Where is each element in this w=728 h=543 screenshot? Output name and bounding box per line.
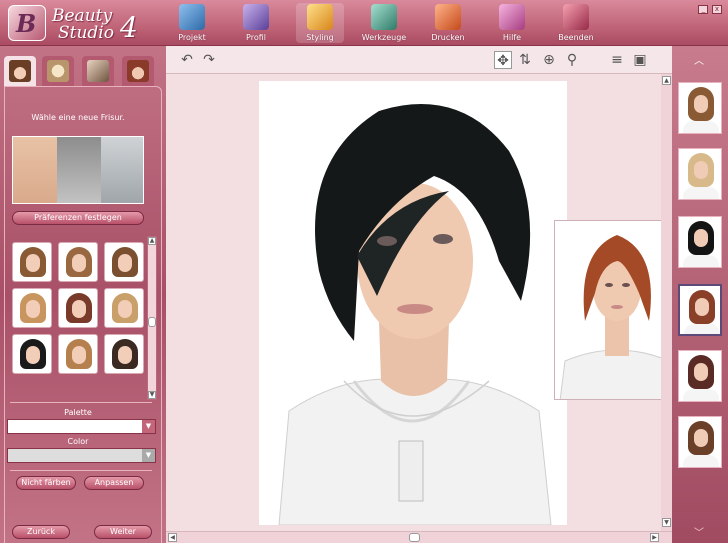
scroll-down-icon[interactable]: ▼ — [148, 391, 156, 399]
adjust-button[interactable]: Anpassen — [84, 476, 144, 490]
divider — [10, 402, 152, 403]
history-thumbnail[interactable] — [678, 148, 722, 200]
styling-icon — [307, 4, 333, 30]
help-icon — [499, 4, 525, 30]
scroll-up-icon[interactable]: ▲ — [662, 76, 671, 85]
menu-styling[interactable]: Styling — [296, 3, 344, 43]
canvas-toolbar: ↶ ↷ ✥ ⇅ ⊕ ⚲ ≡ ▣ — [166, 46, 672, 74]
scroll-down-icon[interactable]: ▼ — [662, 518, 671, 527]
chevron-down-icon[interactable]: ﹀ — [684, 524, 714, 539]
face-icon — [127, 60, 149, 82]
top-menu-bar: B Beauty Studio 4 Projekt Profil Styling… — [0, 0, 728, 46]
profile-icon — [243, 4, 269, 30]
palette-label: Palette — [64, 408, 92, 417]
menu-profil[interactable]: Profil — [232, 3, 280, 43]
menu-beenden[interactable]: Beenden — [552, 3, 600, 43]
history-thumbnail-selected[interactable] — [678, 284, 722, 336]
menu-werkzeuge[interactable]: Werkzeuge — [360, 3, 408, 43]
tab-eyes[interactable] — [82, 56, 114, 86]
portrait-illustration — [259, 81, 567, 525]
scroll-thumb[interactable] — [148, 317, 156, 327]
redo-icon[interactable]: ↷ — [200, 51, 218, 69]
no-color-button[interactable]: Nicht färben — [16, 476, 76, 490]
hairstyle-item[interactable] — [58, 242, 98, 282]
history-thumbnail[interactable] — [678, 216, 722, 268]
history-thumbnail[interactable] — [678, 82, 722, 134]
exit-icon — [563, 4, 589, 30]
hairstyle-icon — [9, 60, 31, 82]
palette-select[interactable]: ▼ — [7, 419, 156, 434]
logo-mark-icon: B — [8, 5, 46, 41]
hairstyle-item[interactable] — [58, 334, 98, 374]
history-rail: ︿ ﹀ — [672, 46, 728, 543]
list-icon[interactable]: ≡ — [608, 51, 626, 69]
hairstyle-item[interactable] — [12, 242, 52, 282]
hairstyle-item[interactable] — [104, 334, 144, 374]
hairstyle-grid — [12, 242, 146, 376]
face-man — [57, 137, 101, 203]
eye-icon — [87, 60, 109, 82]
window-controls: _ x — [697, 4, 722, 14]
face-child — [101, 137, 143, 203]
folder-icon — [179, 4, 205, 30]
hairstyle-item[interactable] — [104, 242, 144, 282]
color-label: Color — [67, 437, 89, 446]
choose-hairstyle-prompt: Wähle eine neue Frisur. — [31, 113, 125, 122]
zoom-icon[interactable]: ⚲ — [563, 51, 581, 69]
tab-makeup[interactable] — [42, 56, 74, 86]
hairstyle-item[interactable] — [12, 334, 52, 374]
hairstyle-item[interactable] — [58, 288, 98, 328]
makeup-icon — [47, 60, 69, 82]
tools-icon — [371, 4, 397, 30]
face-type-preview[interactable] — [12, 136, 144, 204]
canvas-vertical-scrollbar[interactable]: ▲ ▼ — [661, 74, 672, 531]
camera-icon[interactable]: ▣ — [631, 51, 649, 69]
tab-hairstyles[interactable] — [4, 56, 36, 86]
face-woman — [13, 137, 57, 203]
hairstyle-item[interactable] — [104, 288, 144, 328]
menu-projekt[interactable]: Projekt — [168, 3, 216, 43]
chevron-down-icon[interactable]: ▼ — [142, 420, 155, 433]
app-name-line2: Studio — [58, 23, 114, 43]
app-logo: B Beauty Studio 4 — [8, 3, 138, 44]
app-version: 4 — [120, 11, 138, 44]
canvas-horizontal-scrollbar[interactable]: ◀ ▶ — [166, 531, 672, 543]
menu-drucken[interactable]: Drucken — [424, 3, 472, 43]
next-button[interactable]: Weiter — [94, 525, 152, 539]
rotate-icon[interactable]: ⇅ — [516, 51, 534, 69]
undo-icon[interactable]: ↶ — [178, 51, 196, 69]
photo-canvas[interactable] — [166, 74, 678, 531]
history-thumbnail[interactable] — [678, 350, 722, 402]
menu-hilfe[interactable]: Hilfe — [488, 3, 536, 43]
close-button[interactable]: x — [712, 5, 722, 14]
portrait-photo — [259, 81, 567, 525]
hairstyle-scrollbar[interactable]: ▲ ▼ — [147, 236, 157, 400]
crosshair-icon[interactable]: ⊕ — [540, 51, 558, 69]
preview-illustration — [555, 221, 677, 399]
preview-thumbnail[interactable] — [554, 220, 678, 400]
preferences-button[interactable]: Präferenzen festlegen — [12, 211, 144, 225]
scroll-up-icon[interactable]: ▲ — [148, 237, 156, 245]
back-button[interactable]: Zurück — [12, 525, 70, 539]
chevron-up-icon[interactable]: ︿ — [684, 52, 714, 67]
scroll-left-icon[interactable]: ◀ — [168, 533, 177, 542]
hairstyle-item[interactable] — [12, 288, 52, 328]
chevron-down-icon[interactable]: ▼ — [142, 449, 155, 462]
color-select[interactable]: ▼ — [7, 448, 156, 463]
tab-face[interactable] — [122, 56, 154, 86]
panel-tabs — [4, 56, 160, 86]
divider — [10, 470, 152, 471]
minimize-button[interactable]: _ — [698, 5, 709, 14]
scroll-right-icon[interactable]: ▶ — [650, 533, 659, 542]
scroll-thumb[interactable] — [409, 533, 420, 542]
print-icon — [435, 4, 461, 30]
move-icon[interactable]: ✥ — [494, 51, 512, 69]
styling-panel: Wähle eine neue Frisur. Präferenzen fest… — [0, 46, 166, 543]
history-thumbnail[interactable] — [678, 416, 722, 468]
